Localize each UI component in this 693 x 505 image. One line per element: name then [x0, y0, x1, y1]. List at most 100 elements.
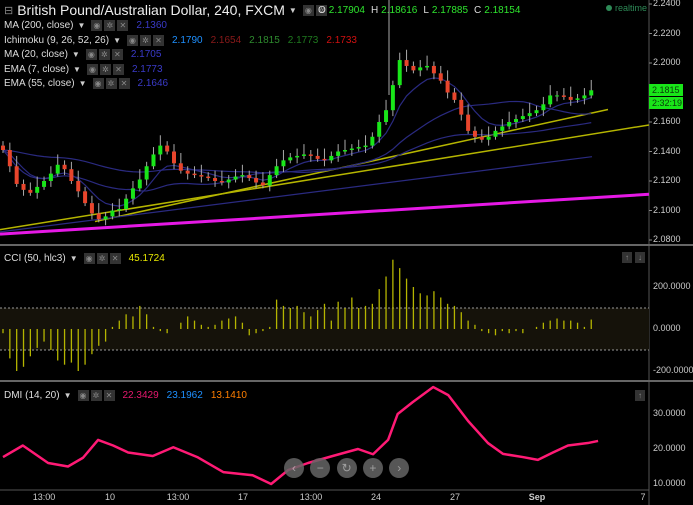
- candle-body: [397, 60, 402, 86]
- indicator-value: 2.1705: [130, 49, 162, 60]
- indicator-value: 2.1773: [131, 63, 163, 75]
- ohlc-readout: O 2.17904 H 2.18616 L 2.17885 C 2.18154: [318, 5, 521, 16]
- candle-body: [370, 136, 375, 146]
- indicator-legend[interactable]: Ichimoku (9, 26, 52, 26) ▼ ◉ ✲ ✕ 2.1790 2.1654…: [4, 34, 365, 46]
- indicator-legend[interactable]: EMA (7, close) ▼ ◉ ✲ ✕ 2.1773: [4, 63, 171, 75]
- close-icon[interactable]: ✕: [103, 390, 115, 401]
- chevron-down-icon[interactable]: ▼: [289, 6, 297, 15]
- candle-body: [247, 175, 252, 179]
- candle-body: [144, 166, 149, 180]
- status-dot-icon: [606, 5, 612, 11]
- eye-icon[interactable]: ◉: [83, 253, 95, 264]
- candle-body: [199, 175, 204, 177]
- candle-body: [233, 176, 238, 180]
- price-axis-label: 2.2000: [653, 57, 681, 67]
- eye-icon[interactable]: ◉: [126, 34, 138, 46]
- candle-body: [240, 175, 245, 177]
- candle-body: [48, 173, 53, 181]
- close-icon[interactable]: ✕: [109, 253, 121, 264]
- candle-body: [1, 145, 5, 151]
- indicator-legend[interactable]: MA (200, close) ▼ ◉ ✲ ✕ 2.1360: [4, 20, 175, 31]
- reset-button[interactable]: ↻: [336, 458, 357, 478]
- gear-icon[interactable]: ✲: [90, 390, 102, 401]
- move-up-icon[interactable]: ↑: [635, 390, 645, 401]
- candle-body: [281, 160, 286, 167]
- cci-value: 45.1724: [128, 253, 165, 264]
- candle-body: [267, 175, 272, 186]
- time-axis-label: 17: [237, 492, 249, 502]
- time-axis-label: 13:00: [299, 492, 323, 502]
- gear-icon[interactable]: ✲: [104, 20, 116, 31]
- chevron-down-icon[interactable]: ▼: [64, 391, 72, 400]
- chevron-down-icon[interactable]: ▼: [73, 65, 81, 74]
- gear-icon[interactable]: ✲: [99, 63, 111, 75]
- chevron-down-icon[interactable]: ▼: [77, 21, 85, 30]
- candle-body: [363, 145, 368, 148]
- candle-body: [431, 65, 436, 74]
- chevron-down-icon[interactable]: ▼: [79, 79, 87, 88]
- candle-body: [322, 158, 327, 161]
- candle-body: [589, 90, 594, 96]
- symbol-title[interactable]: ⊟ British Pound/Australian Dollar, 240, F…: [4, 2, 335, 18]
- cci-legend[interactable]: CCI (50, hlc3) ▼ ◉ ✲ ✕ 45.1724: [4, 253, 165, 264]
- gear-icon[interactable]: ✲: [96, 253, 108, 264]
- realtime-indicator: realtime: [606, 3, 647, 13]
- indicator-legend[interactable]: EMA (55, close) ▼ ◉ ✲ ✕ 2.1646: [4, 78, 176, 89]
- scroll-left-button[interactable]: ‹: [284, 458, 304, 478]
- collapse-icon[interactable]: ⊟: [4, 4, 13, 17]
- price-axis-label: 2.1000: [653, 204, 681, 215]
- move-down-icon[interactable]: ↓: [635, 252, 645, 263]
- last-price-tag: 2.1815: [649, 84, 683, 96]
- candle-body: [117, 209, 122, 211]
- indicator-value: 2.1733: [326, 34, 357, 46]
- move-up-icon[interactable]: ↑: [622, 252, 632, 263]
- candle-body: [254, 178, 259, 183]
- candle-body: [55, 164, 60, 174]
- gear-icon[interactable]: ✲: [139, 34, 151, 46]
- close-icon[interactable]: ✕: [117, 20, 129, 31]
- candle-body: [486, 136, 491, 140]
- eye-icon[interactable]: ◉: [86, 63, 98, 75]
- candle-body: [158, 145, 163, 155]
- indicator-value: 2.1773: [287, 34, 319, 46]
- close-icon[interactable]: ✕: [152, 34, 164, 46]
- candle-body: [507, 122, 512, 127]
- eye-icon[interactable]: ◉: [302, 4, 314, 16]
- candle-body: [206, 176, 211, 179]
- cci-axis-label: 200.0000: [653, 281, 691, 291]
- eye-icon[interactable]: ◉: [77, 390, 89, 401]
- candle-body: [466, 114, 471, 131]
- candle-body: [315, 155, 320, 159]
- zoom-in-button[interactable]: +: [362, 458, 383, 478]
- candle-body: [472, 130, 477, 137]
- indicator-value: 2.1815: [249, 34, 280, 46]
- eye-icon[interactable]: ◉: [91, 20, 103, 31]
- chevron-down-icon[interactable]: ▼: [113, 36, 121, 45]
- eye-icon[interactable]: ◉: [85, 49, 97, 60]
- candle-body: [213, 178, 218, 181]
- gear-icon[interactable]: ✲: [98, 49, 110, 60]
- indicator-legend[interactable]: MA (20, close) ▼ ◉ ✲ ✕ 2.1705: [4, 49, 169, 60]
- close-icon[interactable]: ✕: [118, 78, 130, 89]
- chevron-down-icon[interactable]: ▼: [70, 254, 78, 263]
- dmi-legend[interactable]: DMI (14, 20) ▼ ◉ ✲ ✕ 22.3429 23.1962 13.1410: [4, 390, 255, 401]
- candle-body: [14, 166, 19, 184]
- dmi-axis-label: 30.0000: [653, 408, 686, 418]
- time-axis-label: 13:00: [166, 492, 190, 502]
- gear-icon[interactable]: ✲: [105, 78, 117, 89]
- time-axis-label: 13:00: [32, 492, 56, 502]
- close-icon[interactable]: ✕: [111, 49, 123, 60]
- candle-body: [301, 154, 306, 156]
- candle-body: [336, 151, 341, 156]
- close-icon[interactable]: ✕: [112, 63, 124, 75]
- chevron-down-icon[interactable]: ▼: [72, 50, 80, 59]
- candle-body: [308, 154, 313, 156]
- indicator-value: 2.1790: [171, 34, 203, 46]
- candle-body: [165, 145, 170, 152]
- eye-icon[interactable]: ◉: [92, 78, 104, 89]
- candle-body: [582, 95, 587, 99]
- candle-body: [295, 155, 300, 158]
- candle-body: [89, 203, 94, 214]
- candle-body: [514, 119, 518, 122]
- price-axis-label: 2.0800: [653, 234, 681, 244]
